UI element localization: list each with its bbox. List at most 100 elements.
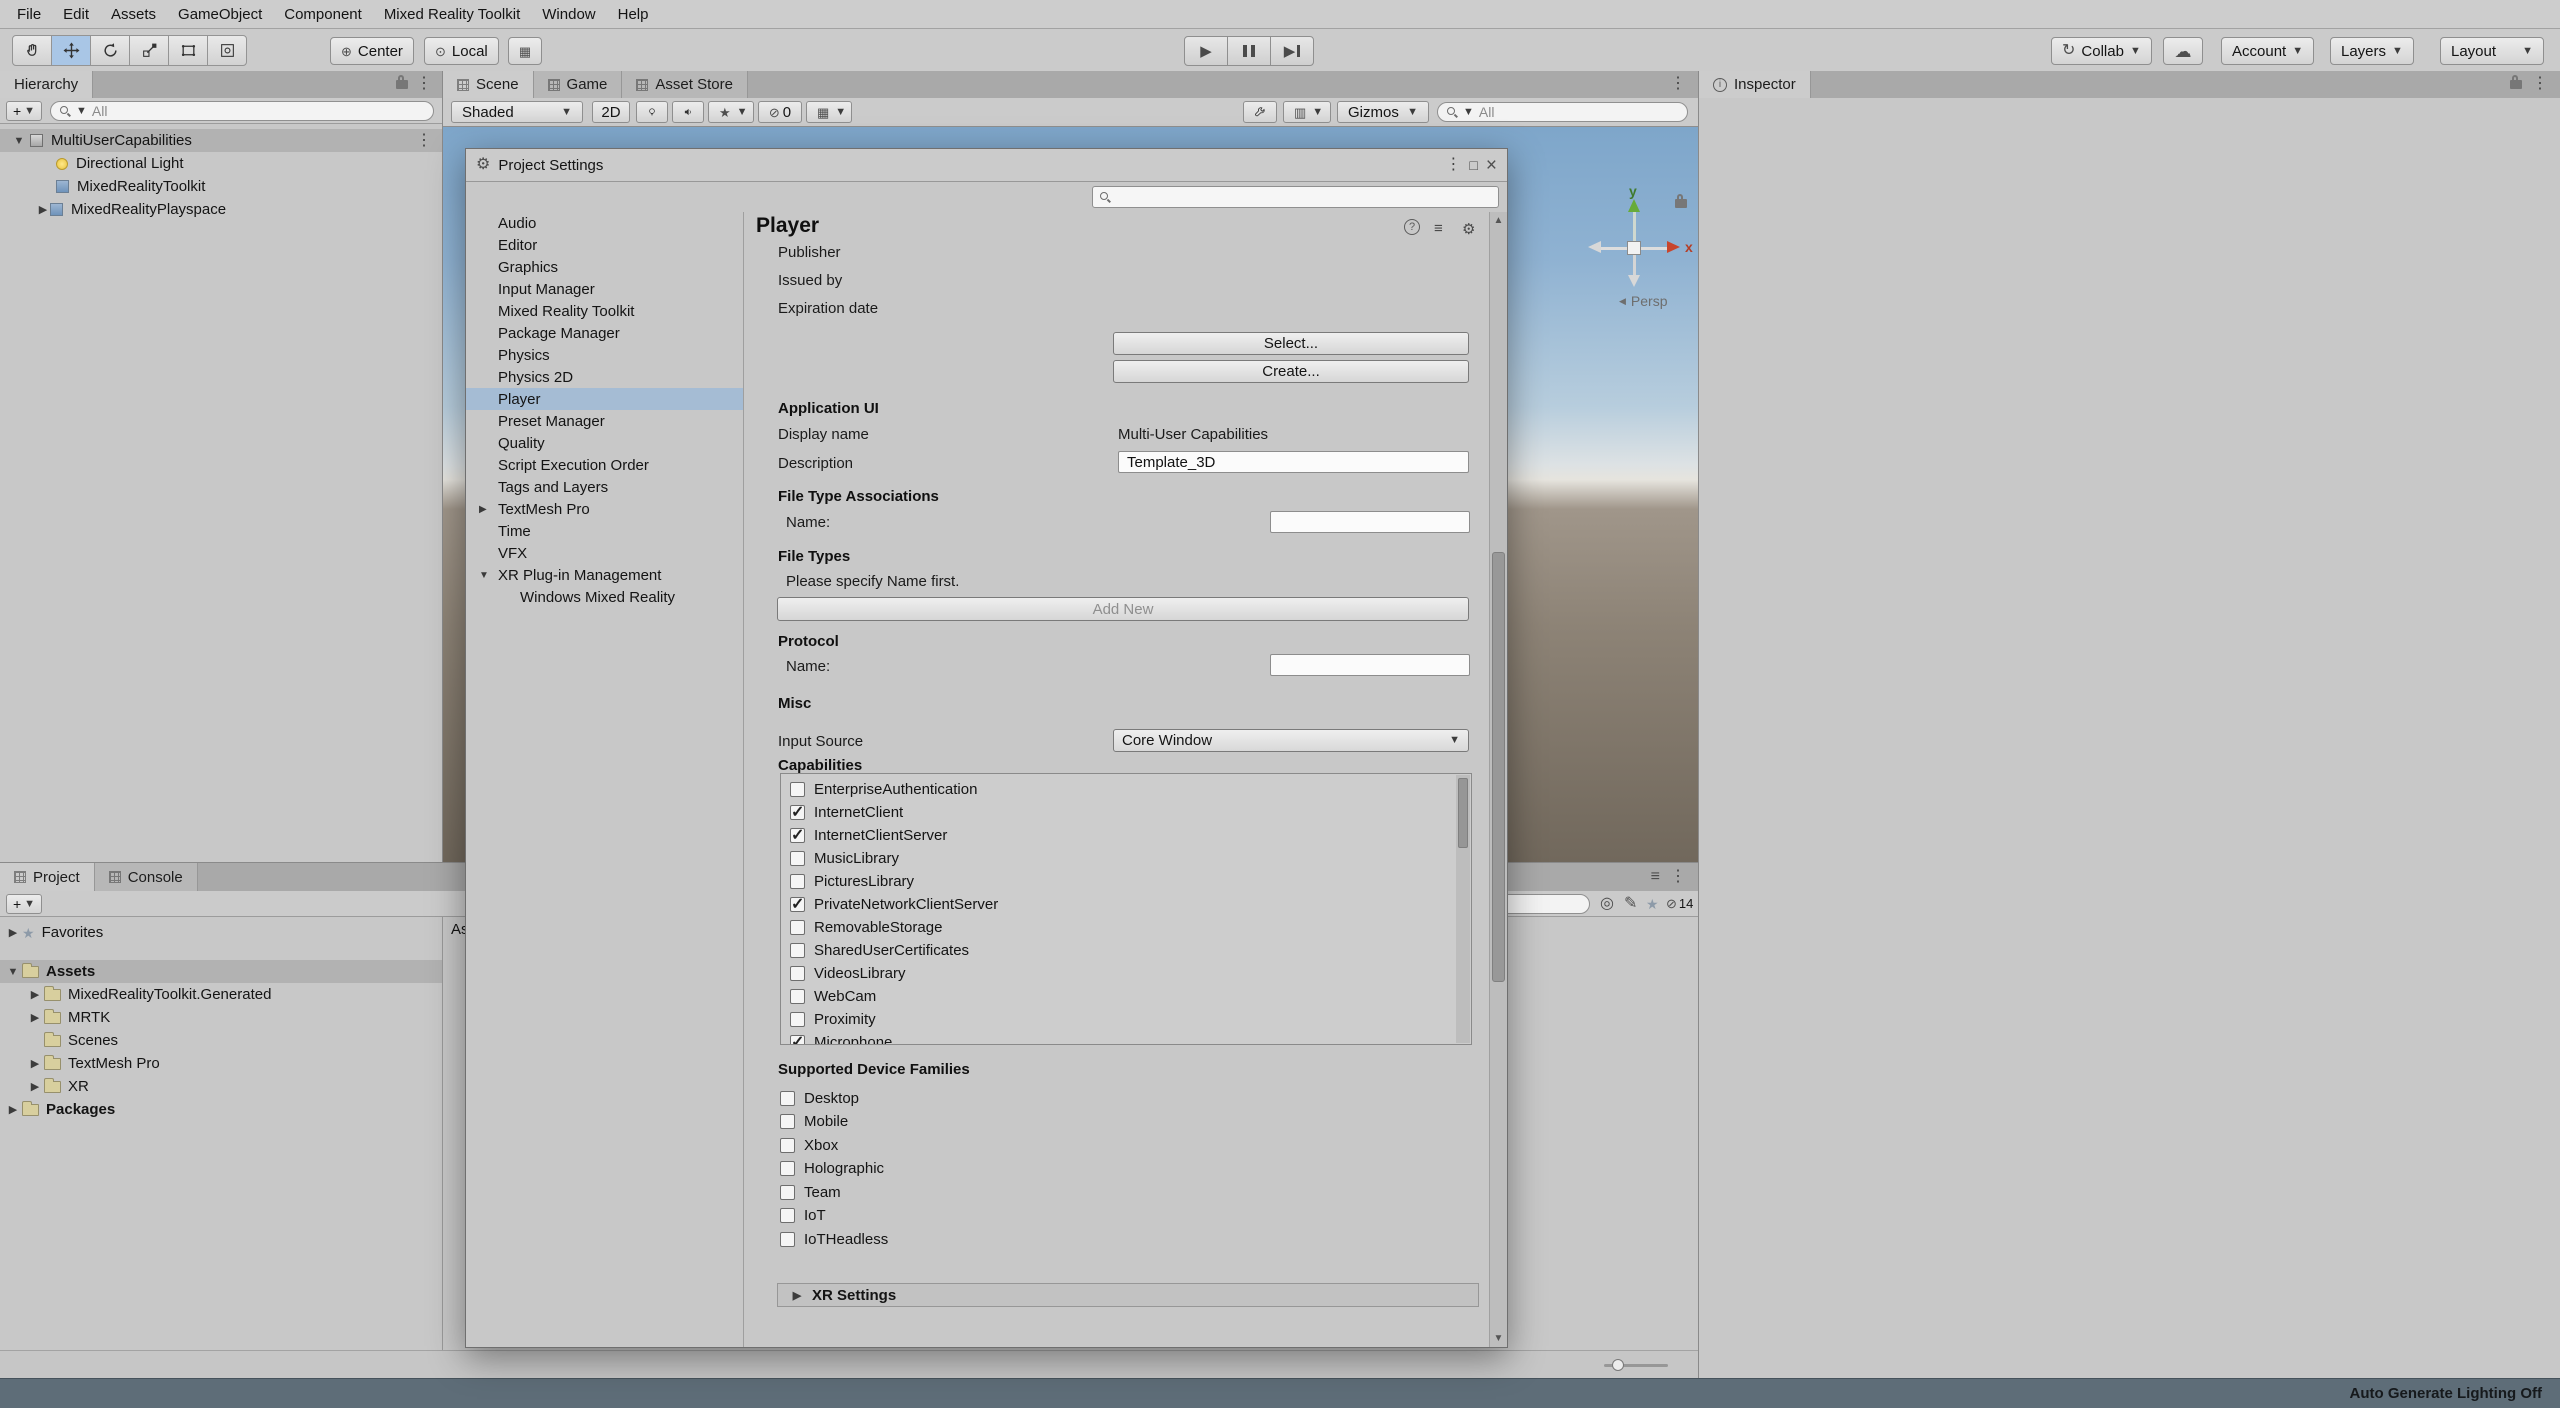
capability-row[interactable]: InternetClientServer: [781, 824, 1471, 847]
device-family-row[interactable]: IoT: [780, 1204, 826, 1227]
capability-row[interactable]: RemovableStorage: [781, 916, 1471, 939]
menu-item-mixed-reality-toolkit[interactable]: Mixed Reality Toolkit: [373, 0, 531, 28]
certificate-create-button[interactable]: Create...: [1113, 360, 1469, 383]
settings-search-field[interactable]: [1116, 188, 1492, 206]
tab-asset-store[interactable]: Asset Store: [622, 71, 748, 98]
move-tool-button[interactable]: [51, 35, 91, 66]
space-toggle-button[interactable]: ⊙ Local: [424, 37, 499, 65]
menu-item-window[interactable]: Window: [531, 0, 606, 28]
account-dropdown[interactable]: Account ▼: [2221, 37, 2315, 65]
capability-row[interactable]: InternetClient: [781, 801, 1471, 824]
project-row-packages[interactable]: ▶ Packages: [0, 1098, 442, 1121]
settings-nav-physics[interactable]: Physics: [466, 344, 743, 366]
hierarchy-search-input[interactable]: ▼ All: [50, 101, 434, 121]
settings-nav-windows-mixed-reality[interactable]: Windows Mixed Reality: [466, 586, 743, 608]
capability-checkbox[interactable]: [790, 1032, 805, 1044]
favorites-star-icon[interactable]: ★: [1646, 897, 1659, 911]
device-family-row[interactable]: IoTHeadless: [780, 1228, 888, 1251]
gizmos-dropdown[interactable]: Gizmos ▼: [1337, 101, 1429, 123]
audio-toggle-button[interactable]: [672, 101, 704, 123]
project-row-textmesh-pro[interactable]: ▶ TextMesh Pro: [0, 1052, 442, 1075]
capabilities-list[interactable]: EnterpriseAuthentication InternetClient …: [780, 773, 1472, 1045]
layout-dropdown[interactable]: Layout ▼: [2440, 37, 2544, 65]
collapse-arrow-icon[interactable]: ▼: [479, 570, 489, 581]
hierarchy-row-mixedrealitytoolkit[interactable]: MixedRealityToolkit: [0, 175, 442, 198]
scroll-down-icon[interactable]: ▼: [1490, 1333, 1507, 1344]
layout-list-icon[interactable]: ≡: [1651, 869, 1660, 891]
collapse-arrow-icon[interactable]: ▼: [12, 135, 26, 147]
settings-scrollbar[interactable]: ▲ ▼: [1489, 212, 1507, 1347]
project-row-scenes[interactable]: Scenes: [0, 1029, 442, 1052]
settings-titlebar[interactable]: ⚙ Project Settings ⋮ □ ×: [466, 149, 1507, 182]
settings-nav-package-manager[interactable]: Package Manager: [466, 322, 743, 344]
search-by-type-icon[interactable]: ◎: [1600, 896, 1614, 912]
play-button[interactable]: ▶: [1184, 36, 1228, 66]
thumbnail-size-slider[interactable]: [1604, 1359, 1668, 1371]
hierarchy-row-directional-light[interactable]: Directional Light: [0, 152, 442, 175]
menu-item-help[interactable]: Help: [607, 0, 660, 28]
device-family-checkbox[interactable]: [780, 1114, 795, 1129]
expand-arrow-icon[interactable]: ▶: [36, 203, 50, 216]
axis-negx-cone[interactable]: [1588, 241, 1601, 253]
xr-settings-foldout[interactable]: ▶ XR Settings: [777, 1283, 1479, 1307]
gizmo-lock-icon[interactable]: [1675, 194, 1687, 208]
expand-arrow-icon[interactable]: ▶: [28, 1080, 42, 1093]
capability-row[interactable]: EnterpriseAuthentication: [781, 778, 1471, 801]
tab-project[interactable]: Project: [0, 863, 95, 891]
capability-row[interactable]: Microphone: [781, 1031, 1471, 1044]
search-by-label-icon[interactable]: ✎: [1624, 896, 1637, 912]
project-menu-icon[interactable]: ⋮: [1670, 869, 1686, 891]
scene-menu-icon[interactable]: ⋮: [1670, 76, 1686, 98]
device-family-checkbox[interactable]: [780, 1161, 795, 1176]
help-icon[interactable]: ?: [1404, 219, 1420, 235]
hierarchy-add-button[interactable]: + ▼: [6, 101, 42, 121]
protocol-name-field[interactable]: [1270, 654, 1470, 676]
capability-checkbox[interactable]: [790, 966, 805, 981]
capability-row[interactable]: PrivateNetworkClientServer: [781, 893, 1471, 916]
pivot-toggle-button[interactable]: ⊕ Center: [330, 37, 414, 65]
hidden-count-badge[interactable]: ⊘ 14: [1666, 896, 1693, 911]
capability-row[interactable]: WebCam: [781, 985, 1471, 1008]
collapse-arrow-icon[interactable]: ▼: [6, 966, 20, 978]
grid-snap-button[interactable]: ▦: [508, 37, 542, 65]
project-row-mrtk[interactable]: ▶ MRTK: [0, 1006, 442, 1029]
menu-item-file[interactable]: File: [6, 0, 52, 28]
fta-name-input[interactable]: [1277, 512, 1463, 532]
settings-nav-physics-2d[interactable]: Physics 2D: [466, 366, 743, 388]
scrollbar-thumb[interactable]: [1492, 552, 1505, 982]
layers-dropdown[interactable]: Layers ▼: [2330, 37, 2414, 65]
scroll-up-icon[interactable]: ▲: [1490, 215, 1507, 226]
menu-item-edit[interactable]: Edit: [52, 0, 100, 28]
capability-checkbox[interactable]: [790, 1012, 805, 1027]
device-family-checkbox[interactable]: [780, 1091, 795, 1106]
gizmo-center-cube[interactable]: [1627, 241, 1641, 255]
axis-y-cone[interactable]: [1628, 199, 1640, 212]
capability-checkbox[interactable]: [790, 894, 805, 914]
capability-checkbox[interactable]: [790, 851, 805, 866]
scrollbar-thumb[interactable]: [1458, 778, 1468, 848]
expand-arrow-icon[interactable]: ▶: [479, 504, 487, 515]
device-family-checkbox[interactable]: [780, 1232, 795, 1247]
step-button[interactable]: ▶: [1270, 36, 1314, 66]
2d-toggle-button[interactable]: 2D: [592, 101, 630, 123]
certificate-select-button[interactable]: Select...: [1113, 332, 1469, 355]
project-add-button[interactable]: + ▼: [6, 894, 42, 914]
device-family-row[interactable]: Team: [780, 1181, 841, 1204]
scale-tool-button[interactable]: [129, 35, 169, 66]
capabilities-scrollbar[interactable]: [1456, 775, 1470, 1043]
capability-row[interactable]: Proximity: [781, 1008, 1471, 1031]
menu-item-gameobject[interactable]: GameObject: [167, 0, 273, 28]
description-input[interactable]: [1125, 452, 1462, 472]
device-family-row[interactable]: Holographic: [780, 1157, 884, 1180]
auto-generate-lighting-status[interactable]: Auto Generate Lighting Off: [2350, 1385, 2543, 1402]
lighting-toggle-button[interactable]: [636, 101, 668, 123]
project-row-favorites[interactable]: ▶ ★ Favorites: [0, 921, 442, 944]
transform-tool-button[interactable]: [207, 35, 247, 66]
settings-nav-audio[interactable]: Audio: [466, 212, 743, 234]
scene-camera-dropdown[interactable]: ▥ ▼: [1283, 101, 1331, 123]
window-menu-icon[interactable]: ⋮: [1445, 157, 1461, 173]
menu-item-component[interactable]: Component: [273, 0, 373, 28]
maximize-icon[interactable]: □: [1469, 158, 1477, 172]
settings-nav-input-manager[interactable]: Input Manager: [466, 278, 743, 300]
device-family-row[interactable]: Desktop: [780, 1087, 859, 1110]
